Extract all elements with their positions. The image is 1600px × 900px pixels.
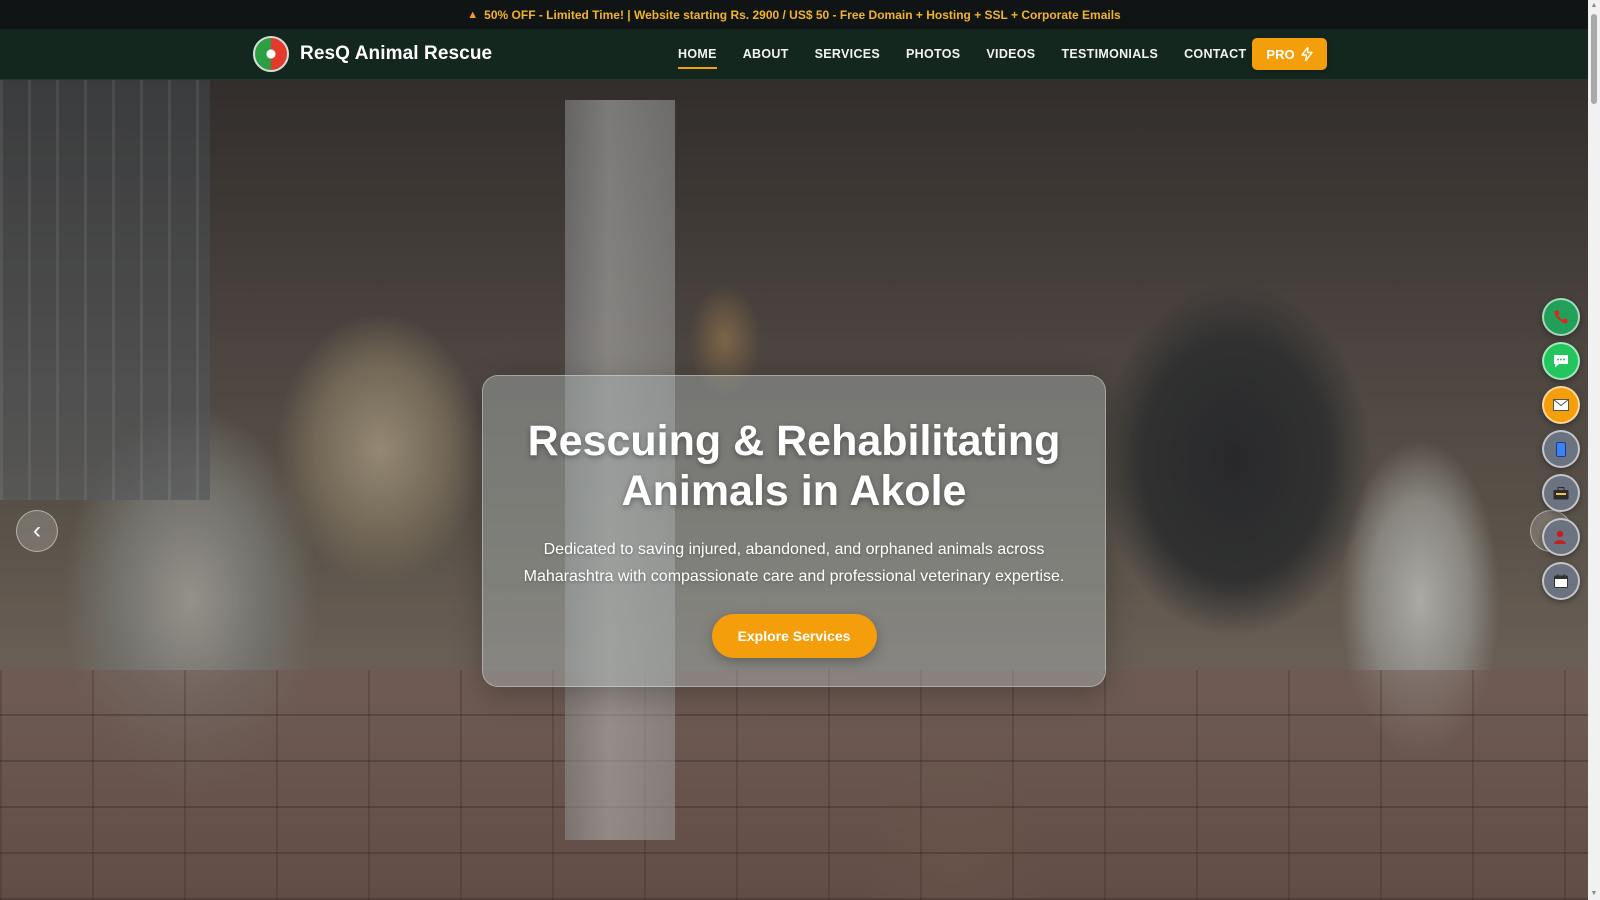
scroll-thumb[interactable] — [1591, 14, 1597, 104]
page-scrollbar[interactable]: ▲ ▼ — [1588, 0, 1600, 900]
phone-icon — [1554, 310, 1568, 324]
calendar-button[interactable] — [1542, 562, 1580, 600]
lightning-icon — [1300, 47, 1313, 61]
scroll-up-arrow-icon[interactable]: ▲ — [1590, 2, 1598, 10]
user-icon — [1554, 530, 1566, 544]
mobile-button[interactable] — [1542, 430, 1580, 468]
briefcase-icon — [1553, 486, 1569, 499]
logo-icon — [253, 36, 289, 72]
hero-title-line1: Rescuing & Rehabilitating — [527, 417, 1061, 465]
nav-link-photos[interactable]: PHOTOS — [906, 43, 960, 65]
calendar-icon — [1554, 574, 1568, 588]
brand-name: ResQ Animal Rescue — [300, 43, 493, 64]
hero-subtitle: Dedicated to saving injured, abandoned, … — [514, 536, 1074, 590]
top-navbar: ResQ Animal Rescue HOME ABOUT SERVICES P… — [0, 29, 1588, 80]
hero-title-line2: Animals in Akole — [621, 467, 967, 515]
chat-button[interactable] — [1542, 342, 1580, 380]
phone-button[interactable] — [1542, 298, 1580, 336]
mobile-icon — [1556, 441, 1566, 457]
chat-icon — [1554, 355, 1568, 368]
explore-services-button[interactable]: Explore Services — [711, 614, 877, 658]
nav-link-services[interactable]: SERVICES — [815, 43, 880, 65]
pro-button[interactable]: PRO — [1252, 38, 1327, 70]
briefcase-button[interactable] — [1542, 474, 1580, 512]
profile-button[interactable] — [1542, 518, 1580, 556]
nav-link-contact[interactable]: CONTACT — [1184, 43, 1246, 65]
chevron-left-icon: ‹ — [33, 517, 41, 544]
hero-card: Rescuing & Rehabilitating Animals in Ako… — [482, 375, 1106, 687]
email-icon — [1553, 399, 1569, 411]
brand[interactable]: ResQ Animal Rescue — [253, 36, 492, 72]
nav-link-about[interactable]: ABOUT — [743, 43, 789, 65]
promo-banner[interactable]: ▲ 50% OFF - Limited Time! | Website star… — [0, 0, 1588, 29]
slider-prev-button[interactable]: ‹ — [16, 510, 58, 552]
hero-subtitle-line2: Maharashtra with compassionate care and … — [523, 568, 1065, 585]
nav-menu: HOME ABOUT SERVICES PHOTOS VIDEOS TESTIM… — [678, 29, 1246, 79]
hero-title: Rescuing & Rehabilitating Animals in Ako… — [483, 416, 1105, 516]
hero-subtitle-line1: Dedicated to saving injured, abandoned, … — [543, 541, 1045, 558]
fire-icon: ▲ — [467, 8, 479, 21]
nav-link-videos[interactable]: VIDEOS — [986, 43, 1035, 65]
pro-label: PRO — [1266, 46, 1295, 62]
nav-link-home[interactable]: HOME — [678, 43, 717, 69]
email-button[interactable] — [1542, 386, 1580, 424]
scroll-down-arrow-icon[interactable]: ▼ — [1590, 890, 1598, 898]
promo-text: 50% OFF - Limited Time! | Website starti… — [484, 7, 1121, 22]
nav-link-testimonials[interactable]: TESTIMONIALS — [1061, 43, 1158, 65]
